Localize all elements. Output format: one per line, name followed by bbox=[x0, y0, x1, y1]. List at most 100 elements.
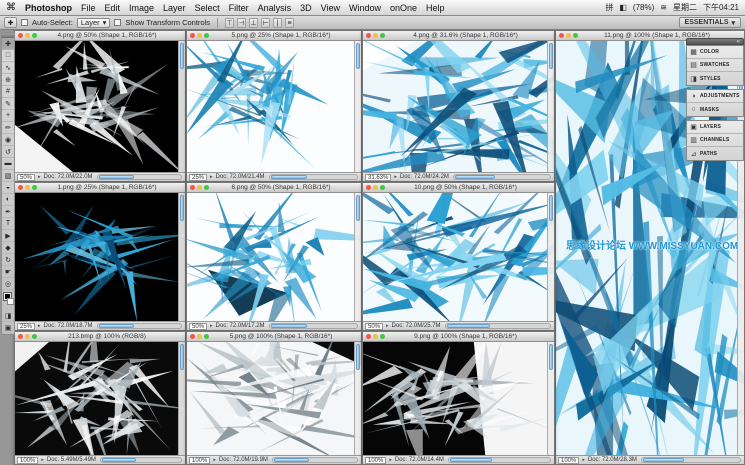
menu-item[interactable]: Filter bbox=[229, 3, 249, 13]
horizontal-scrollbar[interactable] bbox=[640, 457, 741, 463]
window-titlebar[interactable]: 5.png @ 100% (Shape 1, RGB/16*) bbox=[187, 332, 361, 342]
apple-menu-icon[interactable]: ⌘ bbox=[6, 2, 16, 13]
dock-collapse-button[interactable]: « bbox=[686, 38, 744, 45]
close-button[interactable] bbox=[366, 334, 371, 339]
horizontal-scrollbar[interactable] bbox=[96, 323, 182, 329]
zoom-field[interactable]: 50% bbox=[365, 322, 384, 330]
window-titlebar[interactable]: 6.png @ 50% (Shape 1, RGB/16*) bbox=[187, 183, 361, 193]
scrollbar-thumb[interactable] bbox=[180, 43, 184, 69]
vertical-scrollbar[interactable] bbox=[354, 193, 361, 321]
document-window-2[interactable]: 5.png @ 25% (Shape 1, RGB/16*) 25% ▸ Doc… bbox=[186, 30, 362, 182]
color-panel-tab[interactable]: ▦ COLOR bbox=[687, 46, 743, 59]
minimize-button[interactable] bbox=[25, 33, 30, 38]
zoom-field[interactable]: 100% bbox=[558, 456, 580, 464]
screen-mode-button[interactable]: ▣ bbox=[2, 322, 14, 334]
status-popup-arrow[interactable]: ▸ bbox=[210, 174, 213, 180]
3d-rotate-tool[interactable]: ↻ bbox=[2, 254, 14, 266]
zoom-tool[interactable]: ◎ bbox=[2, 278, 14, 290]
auto-select-dropdown[interactable]: Layer ▾ bbox=[76, 17, 111, 28]
history-brush-tool[interactable]: ↺ bbox=[2, 146, 14, 158]
align-vertical-centers-icon[interactable]: ⊣ bbox=[237, 17, 247, 28]
styles-panel-tab[interactable]: ◨ STYLES bbox=[687, 72, 743, 85]
horizontal-scrollbar[interactable] bbox=[452, 174, 551, 180]
vertical-scrollbar[interactable] bbox=[178, 41, 185, 172]
menu-item[interactable]: 3D bbox=[300, 3, 312, 13]
scrollbar-thumb[interactable] bbox=[98, 324, 134, 328]
status-popup-arrow[interactable]: ▸ bbox=[582, 457, 585, 463]
tool-preset-icon[interactable]: ✚ bbox=[4, 17, 17, 28]
document-window-9[interactable]: 5.png @ 100% (Shape 1, RGB/16*) 100% ▸ D… bbox=[186, 331, 362, 465]
close-button[interactable] bbox=[18, 334, 23, 339]
status-popup-arrow[interactable]: ▸ bbox=[38, 323, 41, 329]
shape-tool[interactable]: ◆ bbox=[2, 242, 14, 254]
vertical-scrollbar[interactable] bbox=[547, 193, 554, 321]
menu-item[interactable]: View bbox=[321, 3, 340, 13]
document-window-3[interactable]: 4.png @ 31.6% (Shape 1, RGB/16*) 31.63% … bbox=[362, 30, 555, 182]
zoom-window-button[interactable] bbox=[380, 334, 385, 339]
menu-item[interactable]: Analysis bbox=[258, 3, 292, 13]
minimize-button[interactable] bbox=[25, 334, 30, 339]
zoom-field[interactable]: 25% bbox=[189, 173, 208, 181]
minimize-button[interactable] bbox=[373, 185, 378, 190]
status-popup-arrow[interactable]: ▸ bbox=[210, 323, 213, 329]
layers-panel-tab[interactable]: ▣ LAYERS bbox=[687, 121, 743, 134]
blur-tool[interactable]: ◒ bbox=[2, 182, 14, 194]
zoom-window-button[interactable] bbox=[32, 33, 37, 38]
document-window-6[interactable]: 6.png @ 50% (Shape 1, RGB/16*) 50% ▸ Doc… bbox=[186, 182, 362, 331]
show-transform-controls-checkbox[interactable] bbox=[114, 19, 122, 26]
zoom-field[interactable]: 100% bbox=[189, 456, 211, 464]
type-tool[interactable]: T bbox=[2, 218, 14, 230]
battery-level[interactable]: (78%) bbox=[633, 3, 654, 12]
hand-tool[interactable]: ☛ bbox=[2, 266, 14, 278]
auto-select-checkbox[interactable] bbox=[21, 19, 28, 26]
horizontal-scrollbar[interactable] bbox=[444, 323, 551, 329]
document-window-1[interactable]: 4.png @ 50% (Shape 1, RGB/16*) 50% ▸ Doc… bbox=[14, 30, 186, 182]
quick-mask-button[interactable]: ◨ bbox=[2, 310, 14, 322]
scrollbar-thumb[interactable] bbox=[642, 458, 685, 462]
scrollbar-thumb[interactable] bbox=[446, 324, 491, 328]
gradient-tool[interactable]: ▧ bbox=[2, 170, 14, 182]
menu-item[interactable]: Edit bbox=[105, 3, 121, 13]
close-button[interactable] bbox=[190, 33, 195, 38]
scrollbar-thumb[interactable] bbox=[549, 344, 553, 370]
marquee-tool[interactable]: □ bbox=[2, 50, 14, 62]
close-button[interactable] bbox=[18, 185, 23, 190]
menu-item[interactable]: Select bbox=[195, 3, 220, 13]
scrollbar-thumb[interactable] bbox=[356, 344, 360, 370]
close-button[interactable] bbox=[18, 33, 23, 38]
quick-selection-tool[interactable]: ⊕ bbox=[2, 74, 14, 86]
document-window-10[interactable]: 9.png @ 100% (Shape 1, RGB/16*) 100% ▸ D… bbox=[362, 331, 555, 465]
background-color-swatch[interactable] bbox=[7, 298, 14, 305]
vertical-scrollbar[interactable] bbox=[178, 342, 185, 455]
window-titlebar[interactable]: 213.bmp @ 100% (RGB/8) bbox=[15, 332, 185, 342]
canvas-area[interactable] bbox=[187, 193, 361, 321]
status-popup-arrow[interactable]: ▸ bbox=[386, 323, 389, 329]
zoom-field[interactable]: 25% bbox=[17, 322, 36, 330]
scrollbar-thumb[interactable] bbox=[270, 175, 308, 179]
paths-panel-tab[interactable]: ⊿ PATHS bbox=[687, 147, 743, 160]
move-tool[interactable]: ✚ bbox=[2, 38, 14, 50]
align-left-edges-icon[interactable]: ⊢ bbox=[261, 17, 271, 28]
minimize-button[interactable] bbox=[25, 185, 30, 190]
status-popup-arrow[interactable]: ▸ bbox=[389, 457, 392, 463]
brush-tool[interactable]: ✏ bbox=[2, 122, 14, 134]
crop-tool[interactable]: # bbox=[2, 86, 14, 98]
scrollbar-thumb[interactable] bbox=[549, 195, 553, 221]
canvas-area[interactable] bbox=[15, 41, 185, 172]
dodge-tool[interactable]: ◐ bbox=[2, 194, 14, 206]
healing-brush-tool[interactable]: + bbox=[2, 110, 14, 122]
close-button[interactable] bbox=[190, 185, 195, 190]
scrollbar-thumb[interactable] bbox=[180, 344, 184, 370]
horizontal-scrollbar[interactable] bbox=[447, 457, 551, 463]
zoom-window-button[interactable] bbox=[204, 334, 209, 339]
align-top-edges-icon[interactable]: ⊤ bbox=[225, 17, 235, 28]
horizontal-scrollbar[interactable] bbox=[271, 457, 358, 463]
canvas-area[interactable] bbox=[187, 342, 361, 455]
menu-item[interactable]: Layer bbox=[163, 3, 186, 13]
scrollbar-thumb[interactable] bbox=[549, 43, 553, 69]
menu-item[interactable]: File bbox=[81, 3, 96, 13]
document-window-7[interactable]: 10.png @ 50% (Shape 1, RGB/16*) 50% ▸ Do… bbox=[362, 182, 555, 331]
window-titlebar[interactable]: 10.png @ 50% (Shape 1, RGB/16*) bbox=[363, 183, 554, 193]
horizontal-scrollbar[interactable] bbox=[96, 174, 182, 180]
menu-item[interactable]: Window bbox=[349, 3, 381, 13]
